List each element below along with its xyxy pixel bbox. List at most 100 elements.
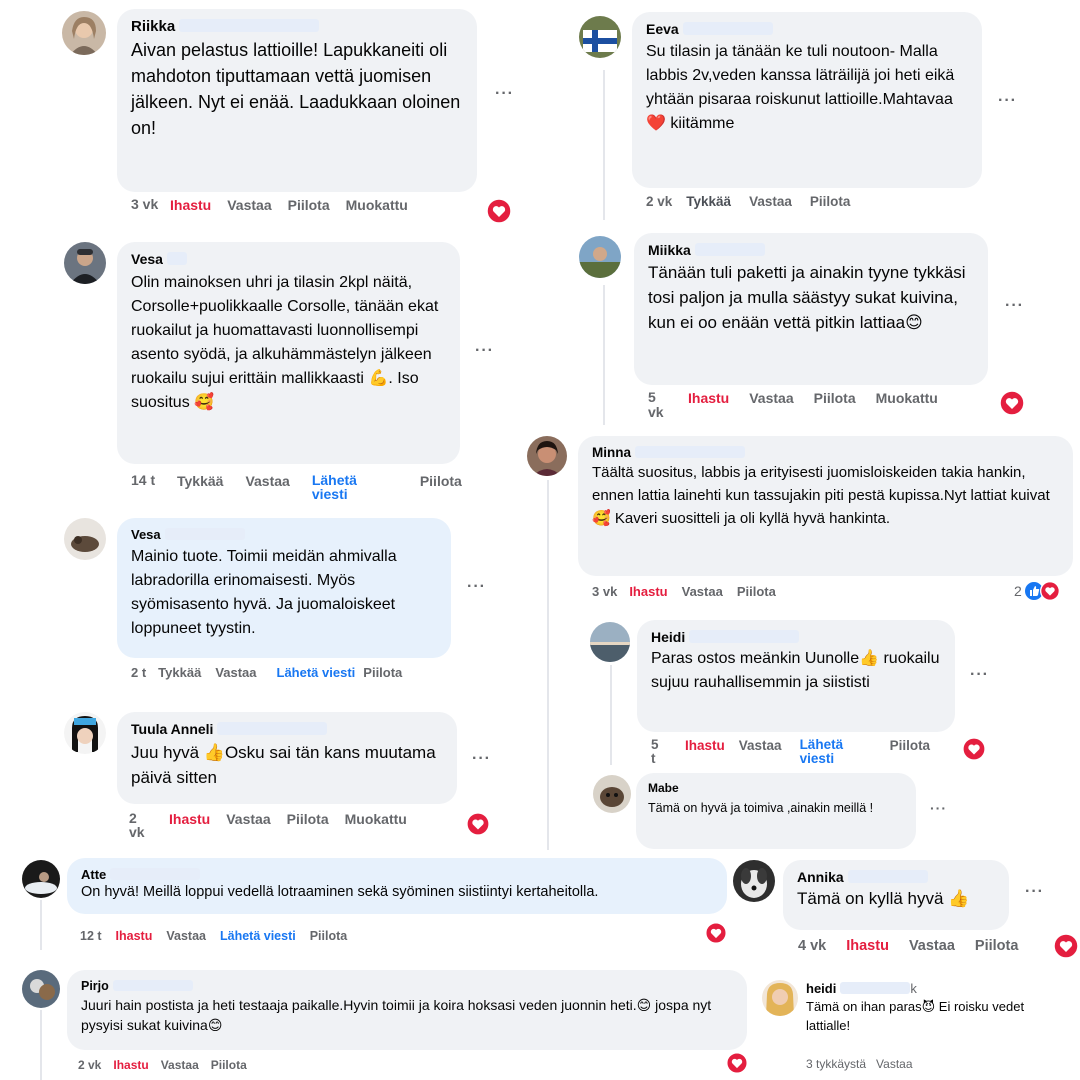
- heart-reaction-icon[interactable]: [999, 390, 1025, 416]
- reply-button[interactable]: Vastaa: [682, 584, 723, 599]
- avatar[interactable]: [590, 622, 630, 662]
- like-button[interactable]: Tykkää: [177, 473, 223, 489]
- more-options-button[interactable]: ···: [495, 85, 514, 103]
- like-button[interactable]: Tykkää: [158, 665, 201, 680]
- comment-author[interactable]: Pirjo: [81, 979, 733, 993]
- avatar[interactable]: [62, 11, 106, 55]
- comment-author[interactable]: Eeva: [646, 21, 968, 37]
- avatar[interactable]: [22, 970, 60, 1008]
- hide-button[interactable]: Piilota: [310, 929, 348, 943]
- avatar[interactable]: [527, 436, 567, 476]
- heart-reaction-icon[interactable]: [1053, 933, 1079, 959]
- more-options-button[interactable]: ···: [970, 666, 989, 684]
- reply-button[interactable]: Vastaa: [161, 1058, 199, 1072]
- hide-button[interactable]: Piilota: [975, 938, 1019, 954]
- heart-reaction-icon[interactable]: [726, 1052, 748, 1074]
- reply-button[interactable]: Vastaa: [876, 1057, 912, 1071]
- comment-author[interactable]: Mabe: [648, 781, 904, 795]
- hide-button[interactable]: Piilota: [211, 1058, 247, 1072]
- avatar[interactable]: [22, 860, 60, 898]
- edited-label[interactable]: Muokattu: [876, 390, 938, 406]
- edited-label[interactable]: Muokattu: [345, 811, 407, 827]
- like-button[interactable]: Tykkää: [686, 194, 731, 209]
- love-button[interactable]: Ihastu: [685, 738, 725, 753]
- reply-button[interactable]: Vastaa: [226, 811, 270, 827]
- avatar[interactable]: [64, 242, 106, 284]
- comment-time[interactable]: 2 vk: [646, 194, 672, 209]
- avatar[interactable]: [593, 775, 631, 813]
- send-message-link[interactable]: Lähetä viesti: [800, 738, 850, 766]
- smiling-face-emoji: 😊: [905, 313, 923, 332]
- comment-author[interactable]: Vesa: [131, 251, 446, 267]
- love-button[interactable]: Ihastu: [629, 584, 667, 599]
- love-button[interactable]: Ihastu: [116, 929, 153, 943]
- comment-author[interactable]: Vesa: [131, 527, 437, 542]
- hide-button[interactable]: Piilota: [814, 390, 856, 406]
- reply-button[interactable]: Vastaa: [245, 473, 289, 489]
- reply-button[interactable]: Vastaa: [749, 194, 792, 209]
- comment-author[interactable]: Minna: [592, 445, 1059, 460]
- hide-button[interactable]: Piilota: [363, 665, 402, 680]
- thread-line-right: [603, 70, 605, 220]
- reply-button[interactable]: Vastaa: [166, 929, 206, 943]
- comment-author[interactable]: Tuula Anneli: [131, 721, 443, 737]
- hide-button[interactable]: Piilota: [737, 584, 776, 599]
- comment-time[interactable]: 2 vk: [129, 811, 153, 839]
- comment-time[interactable]: 5 t: [651, 738, 665, 766]
- hide-button[interactable]: Piilota: [810, 194, 851, 209]
- avatar[interactable]: [733, 860, 775, 902]
- comment-time[interactable]: 14 t: [131, 473, 155, 487]
- more-options-button[interactable]: ···: [930, 800, 947, 816]
- hide-button[interactable]: Piilota: [287, 811, 329, 827]
- more-options-button[interactable]: ···: [1025, 883, 1044, 901]
- more-options-button[interactable]: ···: [1005, 297, 1024, 315]
- send-message-link[interactable]: Lähetä viesti: [220, 929, 296, 943]
- comment-author[interactable]: Miikka: [648, 242, 974, 258]
- avatar[interactable]: [64, 518, 106, 560]
- more-options-button[interactable]: ···: [472, 750, 491, 768]
- reply-button[interactable]: Vastaa: [749, 390, 793, 406]
- more-options-button[interactable]: ···: [475, 342, 494, 360]
- edited-label[interactable]: Muokattu: [346, 197, 408, 213]
- comment-time[interactable]: 2 vk: [78, 1058, 101, 1072]
- comment-author[interactable]: heidi k: [806, 981, 1066, 996]
- love-button[interactable]: Ihastu: [169, 811, 210, 827]
- hide-button[interactable]: Piilota: [288, 197, 330, 213]
- more-options-button[interactable]: ···: [467, 578, 486, 596]
- love-button[interactable]: Ihastu: [170, 197, 211, 213]
- avatar[interactable]: [64, 712, 106, 754]
- love-button[interactable]: Ihastu: [688, 390, 729, 406]
- reaction-summary[interactable]: 2: [1014, 580, 1060, 602]
- avatar[interactable]: [579, 16, 621, 58]
- reply-button[interactable]: Vastaa: [227, 197, 271, 213]
- avatar[interactable]: [579, 236, 621, 278]
- comment-author[interactable]: Annika: [797, 869, 995, 885]
- comment-author[interactable]: Atte: [81, 867, 713, 882]
- send-message-link[interactable]: Lähetä viesti: [312, 473, 372, 501]
- reply-button[interactable]: Vastaa: [215, 665, 256, 680]
- hide-button[interactable]: Piilota: [890, 738, 931, 753]
- reply-button[interactable]: Vastaa: [909, 938, 955, 954]
- heart-reaction-icon[interactable]: [486, 198, 512, 224]
- send-message-link[interactable]: Lähetä viesti: [277, 665, 356, 680]
- comment-author[interactable]: Heidi: [651, 629, 941, 645]
- comment-time[interactable]: 4 vk: [798, 938, 826, 954]
- love-button[interactable]: Ihastu: [113, 1058, 148, 1072]
- heart-reaction-icon[interactable]: [962, 737, 986, 761]
- avatar[interactable]: [762, 980, 798, 1016]
- reply-button[interactable]: Vastaa: [739, 738, 782, 753]
- comment-actions: 3 vk Ihastu Vastaa Piilota Muokattu: [131, 197, 408, 214]
- love-button[interactable]: Ihastu: [846, 938, 889, 954]
- comment-time[interactable]: 2 t: [131, 665, 146, 680]
- comment-time[interactable]: 12 t: [80, 929, 102, 943]
- more-options-button[interactable]: ···: [998, 92, 1017, 110]
- hide-button[interactable]: Piilota: [420, 473, 462, 489]
- comment-author[interactable]: Riikka: [131, 18, 463, 35]
- heart-reaction-icon[interactable]: [705, 922, 727, 944]
- likes-count[interactable]: 3 tykkäystä: [806, 1057, 866, 1071]
- comment-bubble: Minna Täältä suositus, labbis ja erityis…: [578, 436, 1073, 576]
- comment-time[interactable]: 3 vk: [131, 197, 161, 212]
- heart-reaction-icon[interactable]: [466, 812, 490, 836]
- comment-time[interactable]: 3 vk: [592, 584, 617, 599]
- comment-time[interactable]: 5 vk: [648, 390, 668, 420]
